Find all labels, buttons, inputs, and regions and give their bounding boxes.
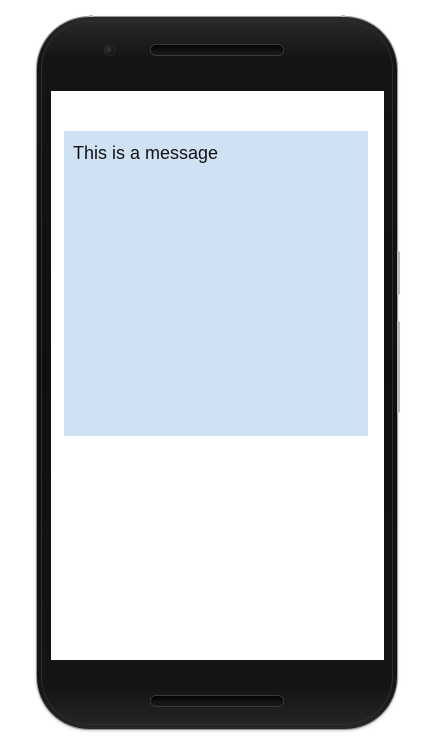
front-camera-icon [105,46,114,55]
message-text: This is a message [73,143,219,163]
phone-screen: This is a message [51,91,384,660]
phone-top-seam-right [341,15,345,17]
page: This is a message [0,0,427,739]
bottom-speaker-icon [151,696,283,706]
phone-top-seam-left [89,15,93,17]
earpiece-speaker-icon [151,45,283,55]
volume-button[interactable] [397,321,400,413]
message-box: This is a message [64,131,368,436]
power-button[interactable] [397,251,400,295]
